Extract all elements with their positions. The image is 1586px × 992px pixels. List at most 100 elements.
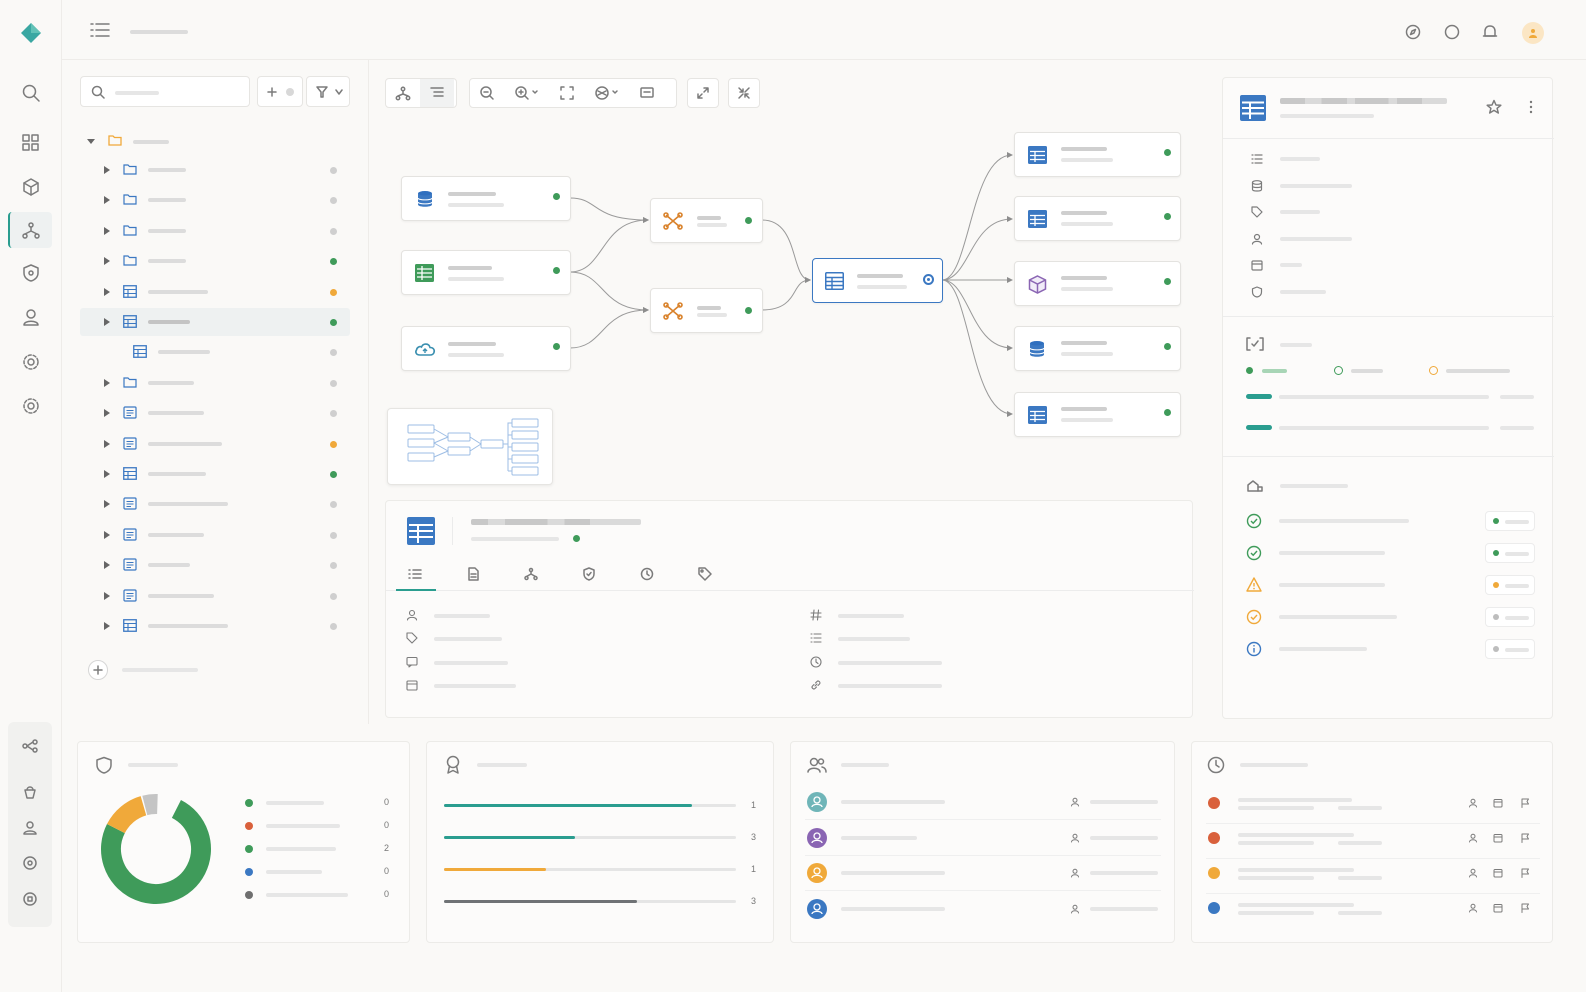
minimap[interactable] [387, 408, 553, 485]
user-icon[interactable] [1468, 798, 1478, 808]
legend-ring-green [1334, 366, 1343, 375]
legend-label-orange [1446, 369, 1510, 373]
table-icon [1028, 210, 1047, 228]
activity-card [1191, 741, 1553, 943]
flag-icon[interactable] [1520, 903, 1530, 913]
activity-title [1238, 903, 1354, 907]
tab-security[interactable] [570, 561, 610, 591]
owners-card [790, 741, 1175, 943]
user-icon[interactable] [1468, 833, 1478, 843]
calendar-icon [1251, 259, 1263, 271]
status-dot [1493, 614, 1499, 620]
link-icon [810, 679, 822, 691]
info-title [1280, 98, 1447, 104]
source-node-sheet[interactable] [401, 250, 571, 295]
source-node-database[interactable] [401, 176, 571, 221]
activity-title [1238, 798, 1352, 802]
node-title [1061, 211, 1107, 215]
check-status-pill[interactable] [1485, 607, 1535, 627]
list-icon [408, 569, 422, 579]
calendar-icon[interactable] [1493, 903, 1503, 913]
detail-divider [452, 517, 453, 545]
target-node[interactable] [1014, 326, 1181, 371]
target-node[interactable] [1014, 196, 1181, 241]
calendar-icon[interactable] [1493, 798, 1503, 808]
avatar[interactable] [807, 863, 827, 883]
tab-lineage[interactable] [512, 561, 552, 591]
user-role [1090, 800, 1158, 804]
quality-heading [1280, 343, 1312, 347]
database-icon [416, 190, 434, 208]
info-divider-1 [1223, 138, 1554, 139]
hash-icon [810, 609, 822, 621]
calendar-icon[interactable] [1493, 868, 1503, 878]
selected-table-node[interactable] [812, 258, 943, 303]
property-value [434, 683, 516, 688]
check-status-pill[interactable] [1485, 511, 1535, 531]
quality-track-1 [1279, 395, 1489, 399]
check-status-pill[interactable] [1485, 575, 1535, 595]
transform-node-1[interactable] [650, 198, 763, 243]
shield-icon [583, 567, 595, 581]
legend-dot [245, 845, 253, 854]
source-node-cloud[interactable] [401, 326, 571, 371]
checks-icon [1246, 479, 1264, 493]
info-property-value [1280, 210, 1320, 215]
tab-history[interactable] [628, 561, 668, 591]
info-property-value [1280, 157, 1320, 161]
history-icon [640, 567, 654, 581]
node-title [448, 192, 496, 196]
check-label [1279, 519, 1409, 523]
target-node[interactable] [1014, 261, 1181, 306]
target-node[interactable] [1014, 392, 1181, 437]
user-icon[interactable] [1468, 868, 1478, 878]
progress-track [444, 836, 736, 839]
info-subtitle [1280, 114, 1374, 118]
row-divider [1206, 858, 1540, 859]
avatar[interactable] [807, 792, 827, 812]
tab-tags[interactable] [686, 561, 726, 591]
progress-track [444, 868, 736, 871]
table-icon [1028, 406, 1047, 424]
flag-icon[interactable] [1520, 798, 1530, 808]
legend-label [266, 847, 336, 852]
tab-document[interactable] [454, 561, 494, 591]
check-status-pill[interactable] [1485, 639, 1535, 659]
activity-status-icon [1208, 832, 1220, 844]
flag-icon[interactable] [1520, 833, 1530, 843]
progress-fill [444, 836, 576, 839]
user-icon[interactable] [1468, 903, 1478, 913]
check-circle-icon [1246, 513, 1262, 529]
pill-label [1505, 552, 1529, 556]
detail-title [471, 519, 641, 525]
pill-label [1505, 584, 1529, 588]
status-dot [745, 307, 752, 314]
comment-icon [406, 656, 418, 668]
tag-icon [698, 567, 712, 581]
quality-value-2 [1500, 426, 1534, 430]
user-icon [1251, 233, 1263, 245]
flag-icon[interactable] [1520, 868, 1530, 878]
shield-icon [95, 756, 113, 774]
tab-columns[interactable] [396, 561, 436, 591]
target-node[interactable] [1014, 132, 1181, 177]
tag-icon [406, 632, 418, 644]
donut-segment[interactable] [142, 794, 158, 816]
donut-segment[interactable] [106, 796, 147, 834]
user-icon [1070, 868, 1080, 878]
star-icon[interactable] [1486, 99, 1502, 115]
activity-title [1238, 833, 1354, 837]
check-status-pill[interactable] [1485, 543, 1535, 563]
transform-node-2[interactable] [650, 288, 763, 333]
pill-label [1505, 616, 1529, 620]
avatar[interactable] [807, 898, 827, 919]
more-icon[interactable] [1523, 99, 1539, 115]
info-property-value [1280, 236, 1352, 241]
row-divider [805, 819, 1161, 820]
row-divider [1206, 893, 1540, 894]
avatar[interactable] [807, 827, 827, 848]
calendar-icon[interactable] [1493, 833, 1503, 843]
status-dot [1493, 550, 1499, 556]
card-title [1240, 763, 1308, 767]
lineage-icon [524, 567, 538, 581]
